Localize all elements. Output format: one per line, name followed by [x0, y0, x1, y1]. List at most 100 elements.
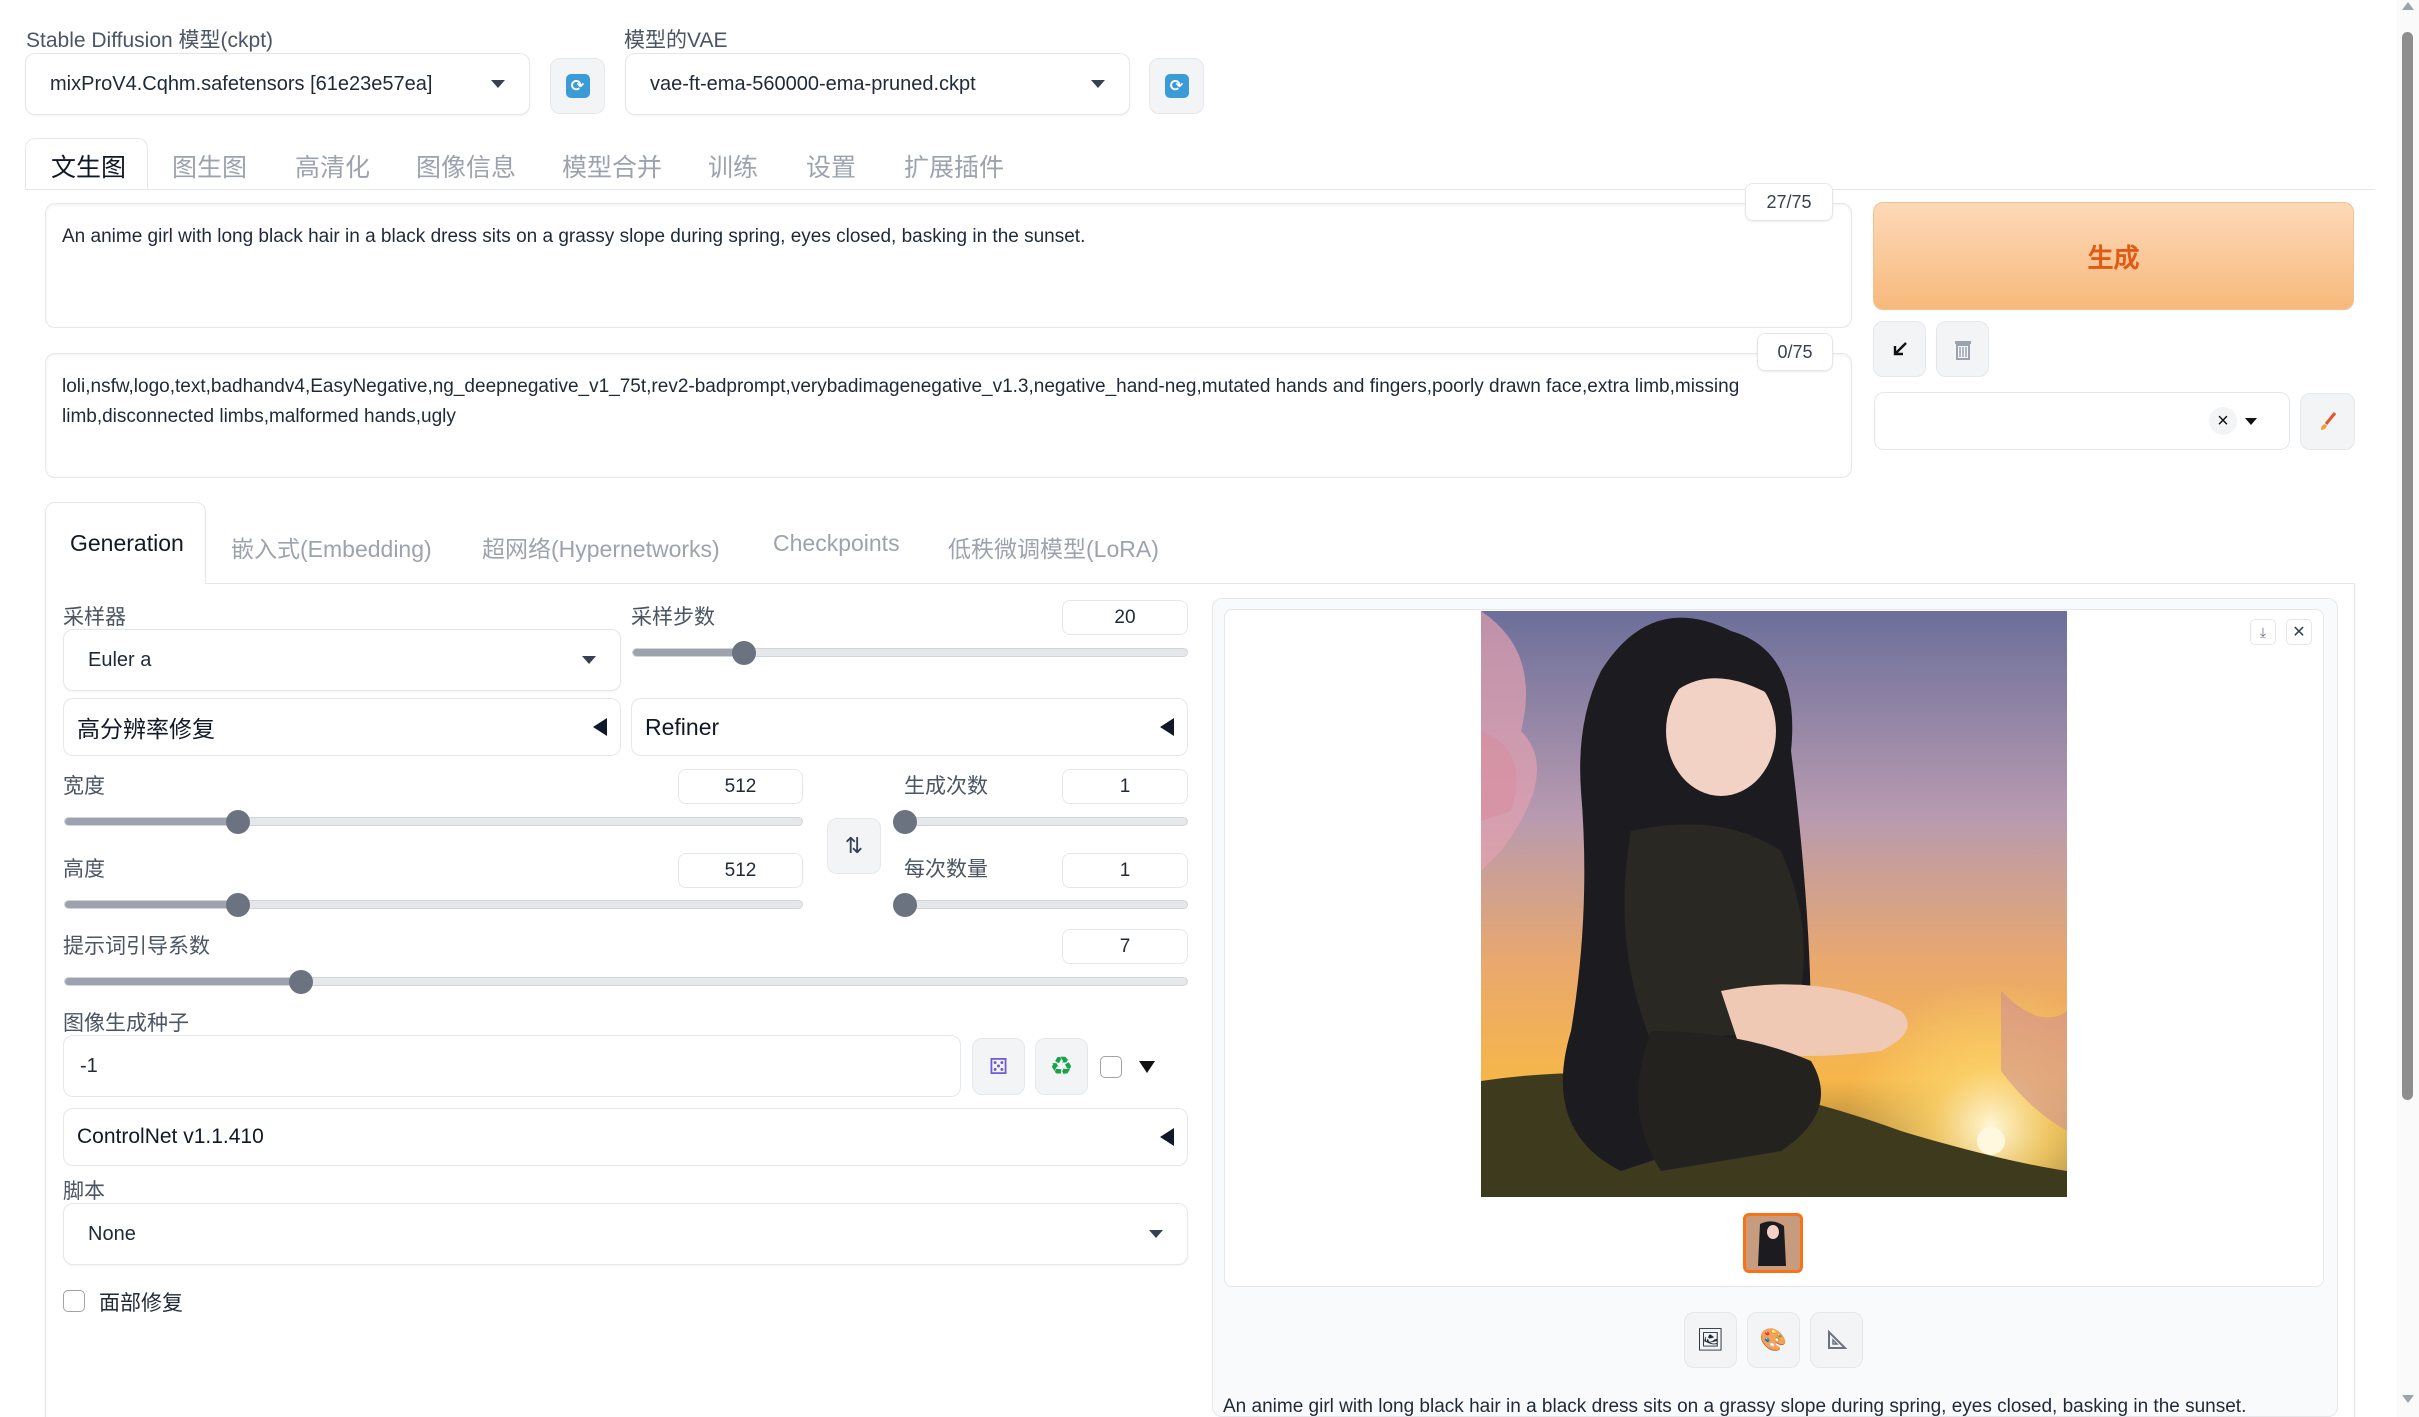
seed-input[interactable]: -1	[63, 1035, 961, 1097]
trash-icon	[1954, 341, 1971, 360]
gallery-thumbnail[interactable]	[1743, 1213, 1803, 1273]
page-scrollbar[interactable]	[2397, 0, 2419, 1417]
tab-txt2img[interactable]: 文生图	[51, 148, 126, 184]
negative-token-counter: 0/75	[1757, 333, 1833, 371]
negative-prompt-input[interactable]: loli,nsfw,logo,text,badhandv4,EasyNegati…	[45, 353, 1852, 478]
seed-label: 图像生成种子	[63, 1012, 189, 1035]
scroll-up-icon[interactable]	[2402, 2, 2414, 10]
script-dropdown[interactable]: None	[63, 1203, 1188, 1265]
width-label: 宽度	[63, 775, 105, 798]
tab-train[interactable]: 训练	[708, 148, 758, 184]
refresh-icon: ⟳	[565, 74, 590, 98]
scrollbar-thumb[interactable]	[2402, 32, 2413, 1100]
batch-size-slider-thumb[interactable]	[893, 893, 917, 917]
batch-size-slider[interactable]	[893, 893, 1188, 917]
reuse-seed-button[interactable]: ♻	[1035, 1038, 1088, 1095]
vae-label: 模型的VAE	[624, 29, 728, 52]
swap-arrows-icon: ⇅	[844, 833, 864, 858]
height-input[interactable]: 512	[678, 853, 803, 888]
close-icon[interactable]: ×	[2209, 407, 2237, 435]
download-icon[interactable]: ⤓	[2250, 619, 2276, 645]
hires-fix-accordion[interactable]: 高分辨率修复	[63, 698, 621, 756]
sampler-label: 采样器	[63, 606, 126, 629]
send-to-img2img-button[interactable]: 🖼	[1684, 1312, 1737, 1368]
chevron-down-icon	[2245, 418, 2257, 425]
script-value: None	[88, 1222, 136, 1245]
controlnet-accordion[interactable]: ControlNet v1.1.410	[63, 1108, 1188, 1166]
sampler-value: Euler a	[88, 648, 152, 671]
scroll-down-icon[interactable]	[2402, 1395, 2414, 1403]
swap-dimensions-button[interactable]: ⇅	[827, 818, 881, 874]
vae-refresh-button[interactable]: ⟳	[1149, 58, 1204, 114]
batch-count-slider[interactable]	[893, 810, 1188, 834]
read-params-button[interactable]	[1873, 321, 1926, 377]
model-dropdown[interactable]: mixProV4.Cqhm.safetensors [61e23e57ea]	[25, 53, 530, 115]
sampler-dropdown[interactable]: Euler a	[63, 629, 621, 691]
refiner-accordion[interactable]: Refiner	[631, 698, 1188, 756]
height-slider[interactable]	[64, 893, 803, 917]
paintbrush-icon	[2320, 411, 2336, 430]
subtab-hypernetworks[interactable]: 超网络(Hypernetworks)	[482, 530, 720, 564]
cfg-input[interactable]: 7	[1062, 929, 1188, 964]
tab-png-info[interactable]: 图像信息	[416, 148, 516, 184]
steps-slider-thumb[interactable]	[731, 641, 756, 665]
cfg-slider-thumb[interactable]	[288, 970, 313, 994]
height-slider-thumb[interactable]	[226, 893, 251, 917]
arrow-down-left-icon	[1893, 342, 1907, 356]
negative-prompt-text: loli,nsfw,logo,text,badhandv4,EasyNegati…	[62, 376, 1740, 427]
edit-styles-button[interactable]	[2300, 393, 2355, 450]
tab-extras[interactable]: 高清化	[295, 148, 370, 184]
face-restore-label: 面部修复	[99, 1292, 183, 1315]
chevron-down-icon	[1149, 1230, 1163, 1238]
batch-count-input[interactable]: 1	[1062, 769, 1188, 804]
tab-extensions[interactable]: 扩展插件	[904, 148, 1004, 184]
collapse-triangle-icon	[1160, 718, 1174, 736]
dice-icon: ⚄	[988, 1053, 1009, 1079]
face-restore-checkbox[interactable]	[63, 1290, 85, 1312]
script-label: 脚本	[63, 1180, 105, 1203]
close-icon[interactable]: ✕	[2286, 619, 2312, 645]
subtab-embedding[interactable]: 嵌入式(Embedding)	[231, 530, 432, 564]
send-to-extras-button[interactable]	[1810, 1312, 1863, 1368]
recycle-icon: ♻	[1049, 1051, 1074, 1081]
width-slider-thumb[interactable]	[226, 810, 251, 834]
refiner-label: Refiner	[645, 713, 720, 740]
subtab-lora[interactable]: 低秩微调模型(LoRA)	[948, 530, 1159, 564]
seed-value: -1	[80, 1054, 98, 1077]
width-slider[interactable]	[64, 810, 803, 834]
palette-icon: 🎨	[1759, 1327, 1788, 1352]
random-seed-button[interactable]: ⚄	[972, 1038, 1025, 1095]
subtab-checkpoints[interactable]: Checkpoints	[773, 530, 900, 557]
steps-slider[interactable]	[632, 641, 1188, 665]
cfg-label: 提示词引导系数	[63, 935, 210, 958]
extra-seed-checkbox[interactable]	[1100, 1056, 1122, 1078]
model-refresh-button[interactable]: ⟳	[550, 58, 605, 114]
width-input[interactable]: 512	[678, 769, 803, 804]
subtab-generation[interactable]: Generation	[70, 530, 184, 557]
tab-img2img[interactable]: 图生图	[172, 148, 247, 184]
send-to-inpaint-button[interactable]: 🎨	[1747, 1312, 1800, 1368]
hires-fix-label: 高分辨率修复	[77, 716, 215, 742]
tab-merge[interactable]: 模型合并	[562, 148, 662, 184]
vae-value: vae-ft-ema-560000-ema-pruned.ckpt	[650, 72, 976, 95]
height-label: 高度	[63, 858, 105, 881]
clear-prompt-button[interactable]	[1936, 321, 1989, 377]
extra-seed-triangle-icon[interactable]	[1139, 1061, 1155, 1073]
generated-image[interactable]	[1481, 611, 2067, 1197]
styles-dropdown[interactable]: ×	[1874, 392, 2290, 450]
batch-count-slider-thumb[interactable]	[893, 810, 917, 834]
batch-size-input[interactable]: 1	[1062, 853, 1188, 888]
output-caption: An anime girl with long black hair in a …	[1223, 1396, 2247, 1417]
steps-input[interactable]: 20	[1062, 600, 1188, 635]
triangle-ruler-icon	[1827, 1329, 1847, 1349]
prompt-input[interactable]: An anime girl with long black hair in a …	[45, 203, 1852, 328]
generated-image-art	[1481, 611, 2067, 1197]
generate-button[interactable]: 生成	[1873, 202, 2354, 310]
model-label: Stable Diffusion 模型(ckpt)	[26, 29, 274, 52]
tab-settings[interactable]: 设置	[806, 148, 856, 184]
vae-dropdown[interactable]: vae-ft-ema-560000-ema-pruned.ckpt	[625, 53, 1130, 115]
cfg-slider[interactable]	[64, 970, 1188, 994]
chevron-down-icon	[582, 656, 596, 664]
picture-icon: 🖼	[1696, 1327, 1725, 1352]
steps-label: 采样步数	[631, 606, 715, 629]
